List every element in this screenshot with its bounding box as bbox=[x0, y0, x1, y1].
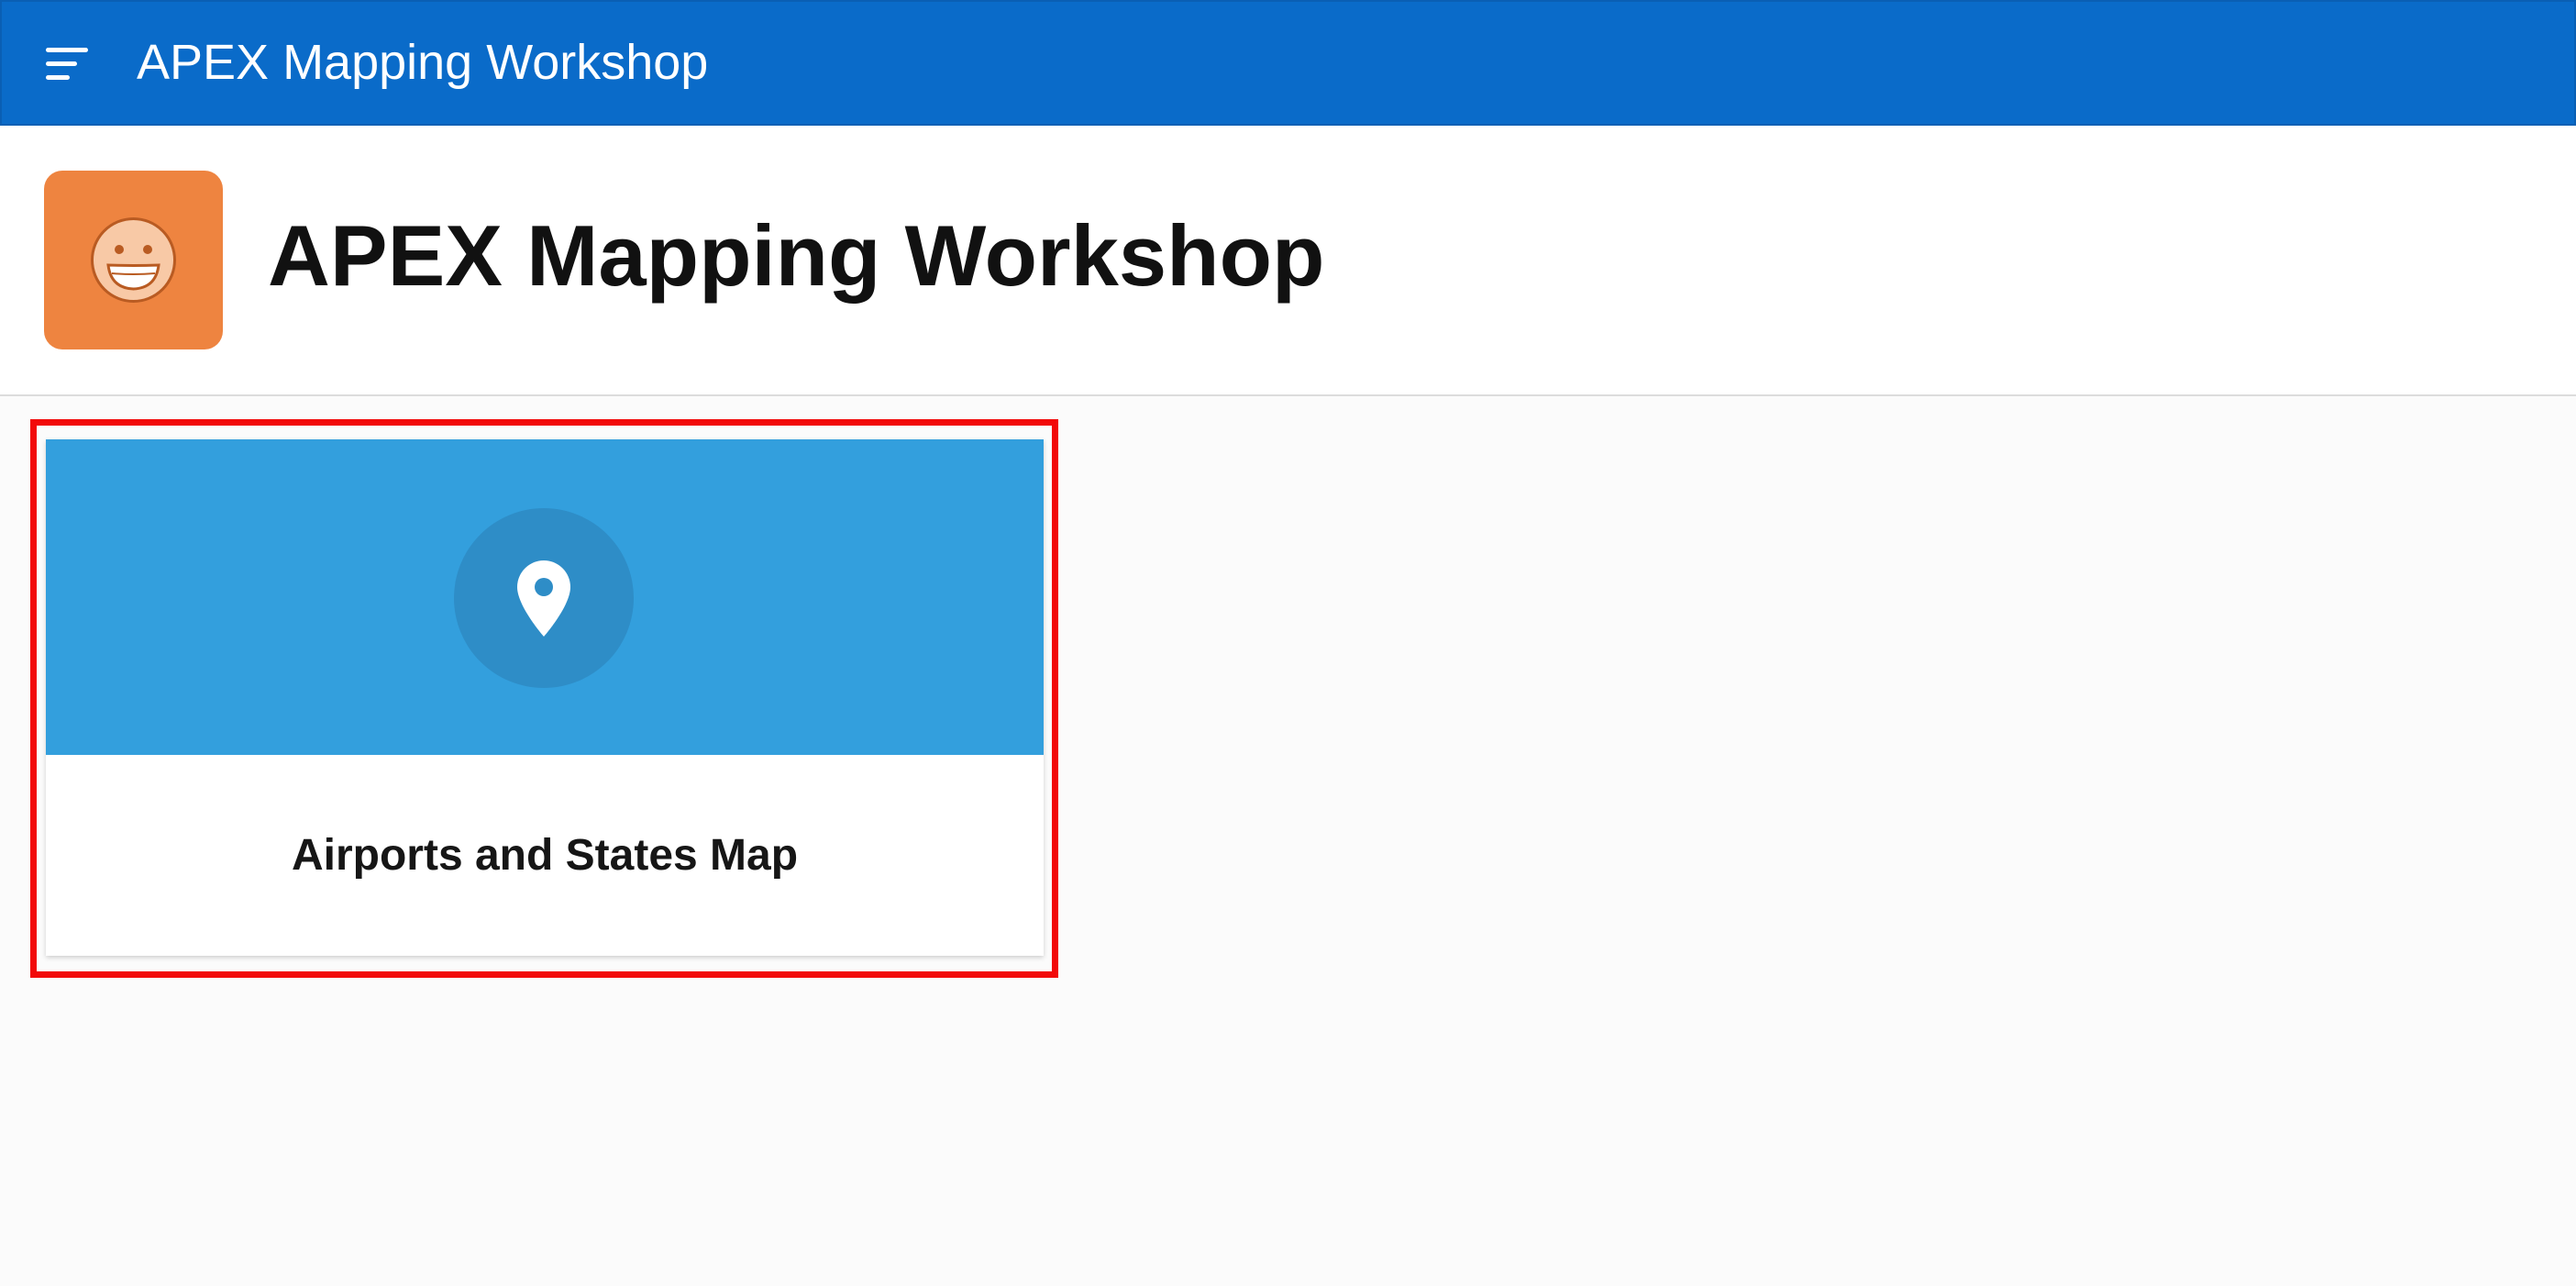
top-navigation-bar: APEX Mapping Workshop bbox=[0, 0, 2576, 126]
card-icon-badge bbox=[454, 508, 634, 688]
navigation-menu-button[interactable] bbox=[39, 39, 103, 88]
card-banner bbox=[46, 439, 1044, 755]
hamburger-menu-icon bbox=[46, 48, 88, 80]
page-title: APEX Mapping Workshop bbox=[268, 207, 1325, 304]
page-hero-region: APEX Mapping Workshop bbox=[0, 126, 2576, 396]
card-airports-and-states-map[interactable]: Airports and States Map bbox=[46, 439, 1044, 956]
map-pin-icon bbox=[517, 560, 570, 637]
card-title: Airports and States Map bbox=[291, 831, 799, 880]
app-title-link[interactable]: APEX Mapping Workshop bbox=[137, 33, 708, 92]
app-icon bbox=[44, 171, 223, 349]
smiley-face-icon bbox=[91, 217, 176, 303]
